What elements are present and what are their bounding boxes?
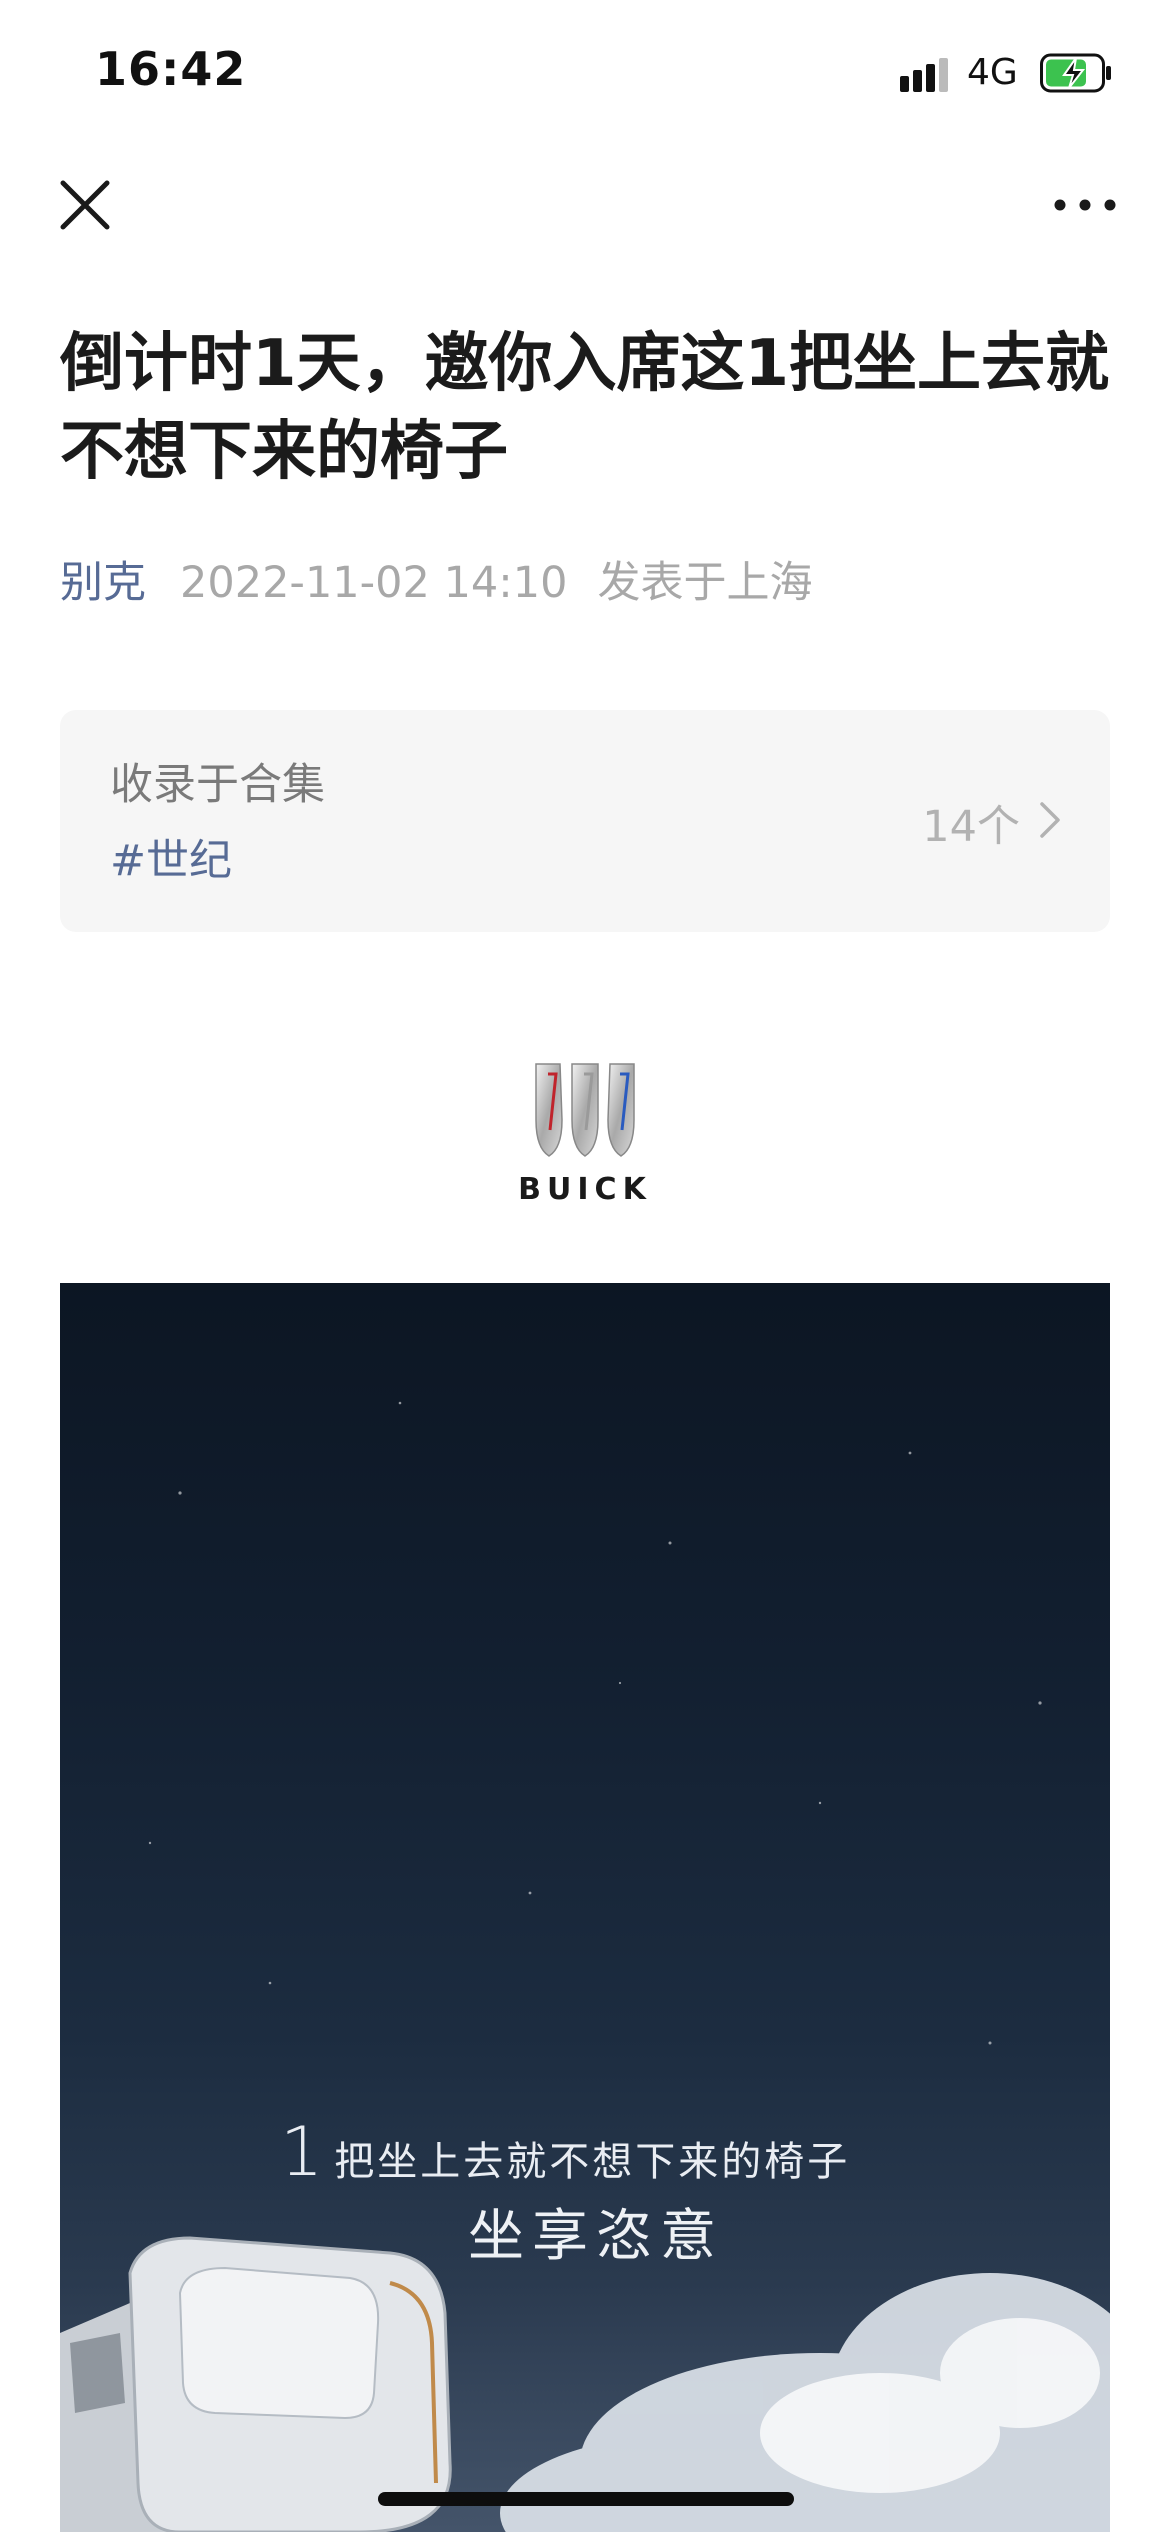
article-title: 倒计时1天，邀你入席这1把坐上去就不想下来的椅子 <box>60 327 1110 489</box>
poster-headline-number: 1 <box>280 2113 327 2192</box>
publish-date: 2022-11-02 14:10 <box>180 558 568 608</box>
collection-tag[interactable]: #世纪 <box>110 826 232 888</box>
battery-charging-icon <box>1040 53 1111 93</box>
home-indicator[interactable] <box>378 2492 794 2506</box>
publish-location: 发表于上海 <box>597 558 813 608</box>
article-meta: 别克 2022-11-02 14:10 发表于上海 <box>60 553 812 613</box>
night-sky-clouds <box>60 1401 1110 2532</box>
buick-wordmark: BUICK <box>518 1172 652 1207</box>
network-type: 4G <box>967 52 1018 93</box>
close-icon[interactable] <box>55 175 115 235</box>
signal-icon <box>900 58 948 92</box>
more-icon[interactable] <box>1050 185 1120 225</box>
poster-headline-text: 把坐上去就不想下来的椅子 <box>334 2139 851 2185</box>
collection-card[interactable]: 收录于合集 #世纪 14个 <box>60 710 1110 932</box>
buick-logo-icon <box>535 1063 635 1157</box>
poster-headline: 1 把坐上去就不想下来的椅子 <box>280 2113 850 2192</box>
author-link[interactable]: 别克 <box>60 558 146 608</box>
collection-count: 14个 <box>922 802 1020 852</box>
poster-subline: 坐享恣意 <box>468 2204 724 2269</box>
collection-label: 收录于合集 <box>110 760 325 810</box>
article-poster-image: 1 把坐上去就不想下来的椅子 坐享恣意 <box>60 1283 1110 2532</box>
status-time: 16:42 <box>95 42 247 96</box>
chevron-right-icon <box>1040 802 1060 838</box>
